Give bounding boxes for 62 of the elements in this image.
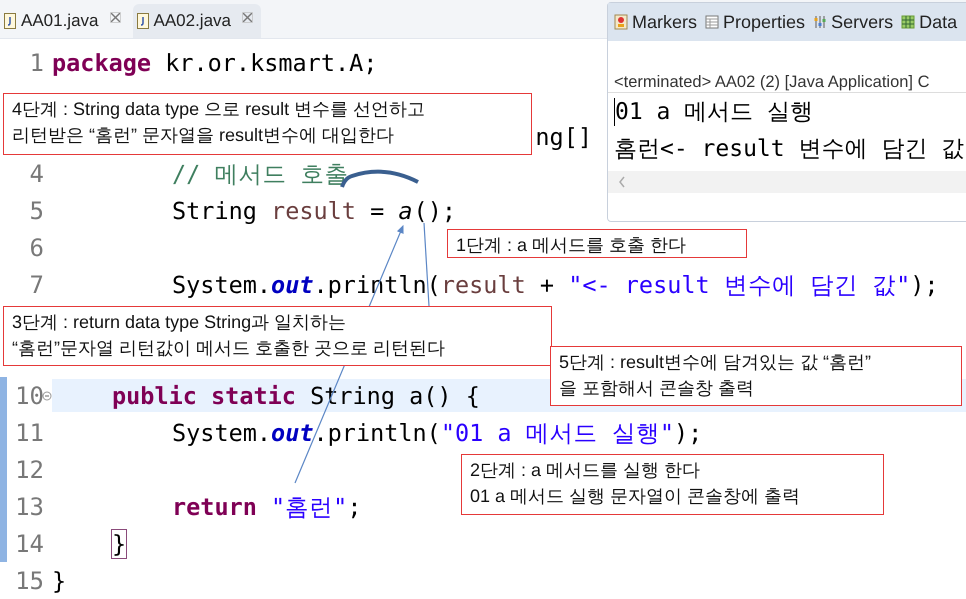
horizontal-scrollbar[interactable] [608, 171, 966, 193]
code-text: + [538, 270, 556, 298]
code-text: = [369, 196, 386, 224]
code-keyword: package [52, 48, 152, 76]
line-number: 14 [15, 530, 44, 558]
close-icon[interactable] [110, 12, 120, 23]
line-number: 12 [15, 456, 44, 484]
callout-note: 2단계 : a 메서드를 실행 한다 01 a 메서드 실행 문자열이 콘솔창에 출력 [461, 454, 884, 515]
fold-icon[interactable] [42, 391, 52, 401]
view-tab[interactable]: Properties [705, 12, 806, 32]
line-number: 5 [30, 196, 44, 224]
code-text: (); [414, 196, 456, 224]
matched-bracket: } [112, 530, 126, 558]
code-method: a [398, 196, 414, 224]
code-keyword: return [172, 492, 257, 520]
view-tab[interactable]: Servers [813, 12, 894, 32]
code-string: "<- result 변수에 담긴 값" [568, 270, 910, 298]
code-text: ); [674, 418, 702, 446]
editor-tab[interactable]: AA01.java [0, 4, 128, 38]
view-tab[interactable]: Data [901, 12, 958, 32]
code-text: ; [347, 492, 362, 520]
servers-icon [813, 14, 828, 30]
view-tab[interactable]: Markers [614, 12, 698, 32]
callout-note: 5단계 : result변수에 담겨있는 값 “홈런” 을 포함해서 콘솔창 출력 [550, 346, 962, 406]
table-icon [705, 14, 720, 30]
markers-icon [614, 14, 628, 30]
scroll-left-icon[interactable] [618, 176, 626, 188]
code-text: .println( [314, 418, 441, 446]
code-variable: result [271, 196, 356, 224]
code-text: ); [910, 270, 939, 298]
line-number: 4 [30, 160, 44, 188]
line-number: 13 [15, 492, 44, 520]
close-icon[interactable] [242, 12, 253, 23]
java-file-icon [136, 13, 148, 29]
editor-tab[interactable]: AA02.java [132, 4, 261, 38]
callout-note: 4단계 : String data type 으로 result 변수를 선언하고 리턴받은 “홈런” 문자열을 result변수에 대입한다 [3, 93, 532, 155]
code-field: out [271, 418, 314, 446]
code-keyword: public static [112, 382, 296, 410]
console-output: 01 a 메서드 실행 [615, 98, 814, 127]
code-text: System. [172, 418, 272, 446]
code-variable: result [440, 270, 526, 298]
code-text: kr.or.ksmart.A; [164, 48, 378, 76]
data-icon [901, 14, 916, 30]
code-field: out [271, 270, 314, 298]
callout-note: 3단계 : return data type String과 일치하는 “홈런”문자열 리턴값이 메서드 호출한 곳으로 리턴된다 [3, 306, 552, 366]
line-number: 1 [30, 48, 44, 76]
code-string: "홈런" [270, 492, 348, 520]
code-comment: // 메서드 호출 [172, 160, 349, 188]
code-string: "01 a 메서드 실행" [440, 418, 674, 446]
line-number: 11 [15, 418, 44, 446]
code-text: String [172, 196, 258, 224]
console-output: 홈런<- result 변수에 담긴 값 [614, 135, 964, 164]
line-number: 10 [15, 382, 44, 410]
line-number: 6 [30, 234, 44, 262]
console-status: <terminated> AA02 (2) [Java Application] C [608, 73, 966, 93]
callout-note: 1단계 : a 메서드를 호출 한다 [447, 229, 747, 258]
line-number: 15 [15, 566, 44, 594]
code-text: ng[] [535, 122, 592, 150]
java-file-icon [4, 13, 16, 29]
code-text: } [52, 566, 66, 594]
line-number: 7 [30, 270, 44, 298]
code-text: System. [172, 270, 272, 298]
